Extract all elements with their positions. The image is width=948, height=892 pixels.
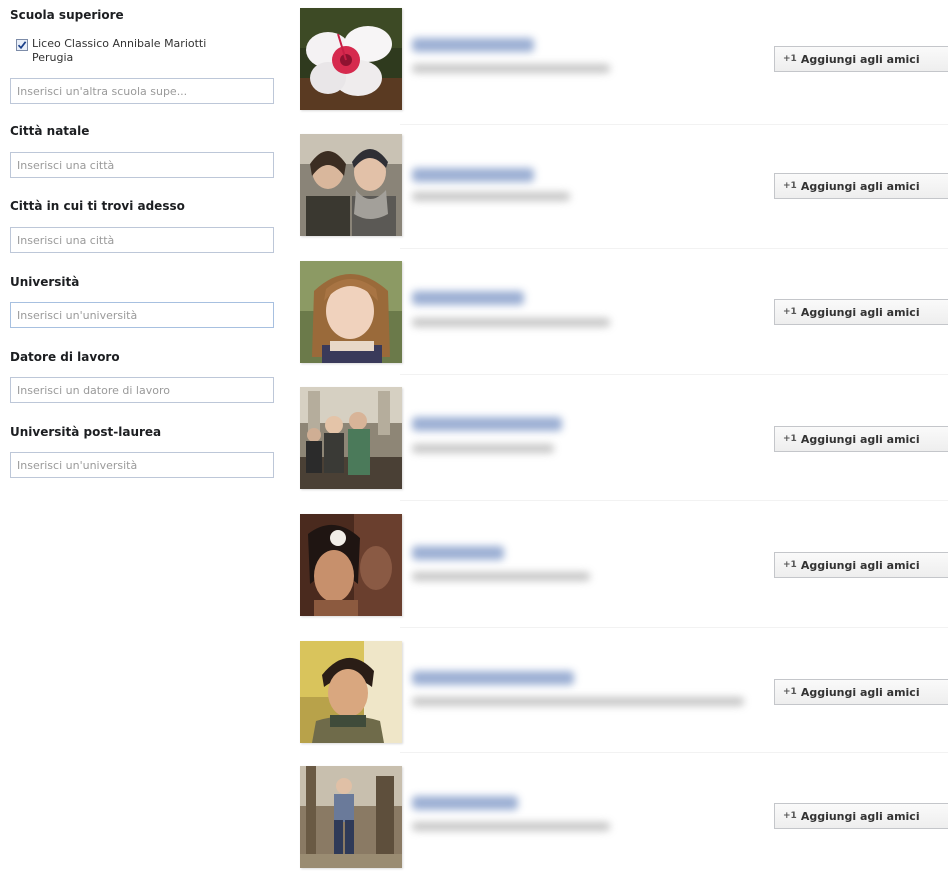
blurred-name: [412, 417, 562, 431]
school-checkbox-label: Liceo Classico Annibale Mariotti Perugia: [32, 37, 207, 64]
row-divider: [400, 627, 948, 628]
add-friend-button[interactable]: +1 Aggiungi agli amici: [774, 552, 948, 578]
checkmark-icon: [17, 41, 27, 50]
suggestion-row: +1 Aggiungi agli amici: [300, 766, 948, 892]
blurred-name: [412, 168, 534, 182]
row-divider: [400, 500, 948, 501]
suggestion-row: +1 Aggiungi agli amici: [300, 641, 948, 767]
add-friend-icon: +1: [783, 811, 797, 821]
blurred-mutual-friends: [412, 318, 610, 327]
suggestion-row: +1 Aggiungi agli amici: [300, 134, 948, 260]
current-city-label: Città in cui ti trovi adesso: [10, 199, 185, 213]
university-input[interactable]: [10, 302, 274, 328]
blurred-name: [412, 546, 504, 560]
row-divider: [400, 374, 948, 375]
blurred-mutual-friends: [412, 444, 554, 453]
row-divider: [400, 752, 948, 753]
add-high-school-input[interactable]: [10, 78, 274, 104]
blurred-name: [412, 291, 524, 305]
blurred-name: [412, 796, 518, 810]
add-friend-button[interactable]: +1 Aggiungi agli amici: [774, 803, 948, 829]
blurred-mutual-friends: [412, 192, 570, 201]
add-friend-label: Aggiungi agli amici: [800, 305, 920, 319]
add-friend-label: Aggiungi agli amici: [800, 809, 920, 823]
add-friend-icon: +1: [783, 181, 797, 191]
grad-school-input[interactable]: [10, 452, 274, 478]
hometown-input[interactable]: [10, 152, 274, 178]
blurred-name: [412, 38, 534, 52]
suggestion-row: +1 Aggiungi agli amici: [300, 8, 948, 134]
university-label: Università: [10, 275, 80, 289]
add-friend-label: Aggiungi agli amici: [800, 179, 920, 193]
profile-photo[interactable]: [300, 8, 402, 110]
add-friend-label: Aggiungi agli amici: [800, 685, 920, 699]
profile-photo[interactable]: [300, 134, 402, 236]
blurred-mutual-friends: [412, 64, 610, 73]
suggestion-row: +1 Aggiungi agli amici: [300, 261, 948, 387]
add-friend-button[interactable]: +1 Aggiungi agli amici: [774, 299, 948, 325]
profile-photo[interactable]: [300, 387, 402, 489]
suggestion-row: +1 Aggiungi agli amici: [300, 387, 948, 513]
high-school-label: Scuola superiore: [10, 8, 124, 22]
add-friend-label: Aggiungi agli amici: [800, 52, 920, 66]
current-city-input[interactable]: [10, 227, 274, 253]
school-checkbox-row[interactable]: Liceo Classico Annibale Mariotti Perugia: [16, 37, 242, 65]
row-divider: [400, 248, 948, 249]
add-friend-button[interactable]: +1 Aggiungi agli amici: [774, 46, 948, 72]
hometown-label: Città natale: [10, 124, 90, 138]
add-friend-icon: +1: [783, 307, 797, 317]
school-checkbox[interactable]: [16, 39, 28, 51]
profile-photo[interactable]: [300, 766, 402, 868]
blurred-mutual-friends: [412, 697, 744, 706]
row-divider: [400, 124, 948, 125]
profile-photo[interactable]: [300, 514, 402, 616]
add-friend-button[interactable]: +1 Aggiungi agli amici: [774, 173, 948, 199]
add-friend-icon: +1: [783, 560, 797, 570]
blurred-mutual-friends: [412, 572, 590, 581]
employer-input[interactable]: [10, 377, 274, 403]
add-friend-icon: +1: [783, 687, 797, 697]
add-friend-icon: +1: [783, 54, 797, 64]
profile-photo[interactable]: [300, 641, 402, 743]
add-friend-button[interactable]: +1 Aggiungi agli amici: [774, 679, 948, 705]
grad-school-label: Università post-laurea: [10, 425, 162, 439]
add-friend-icon: +1: [783, 434, 797, 444]
add-friend-label: Aggiungi agli amici: [800, 558, 920, 572]
add-friend-label: Aggiungi agli amici: [800, 432, 920, 446]
add-friend-button[interactable]: +1 Aggiungi agli amici: [774, 426, 948, 452]
blurred-mutual-friends: [412, 822, 610, 831]
blurred-name: [412, 671, 574, 685]
employer-label: Datore di lavoro: [10, 350, 120, 364]
suggestion-row: +1 Aggiungi agli amici: [300, 514, 948, 640]
profile-photo[interactable]: [300, 261, 402, 363]
